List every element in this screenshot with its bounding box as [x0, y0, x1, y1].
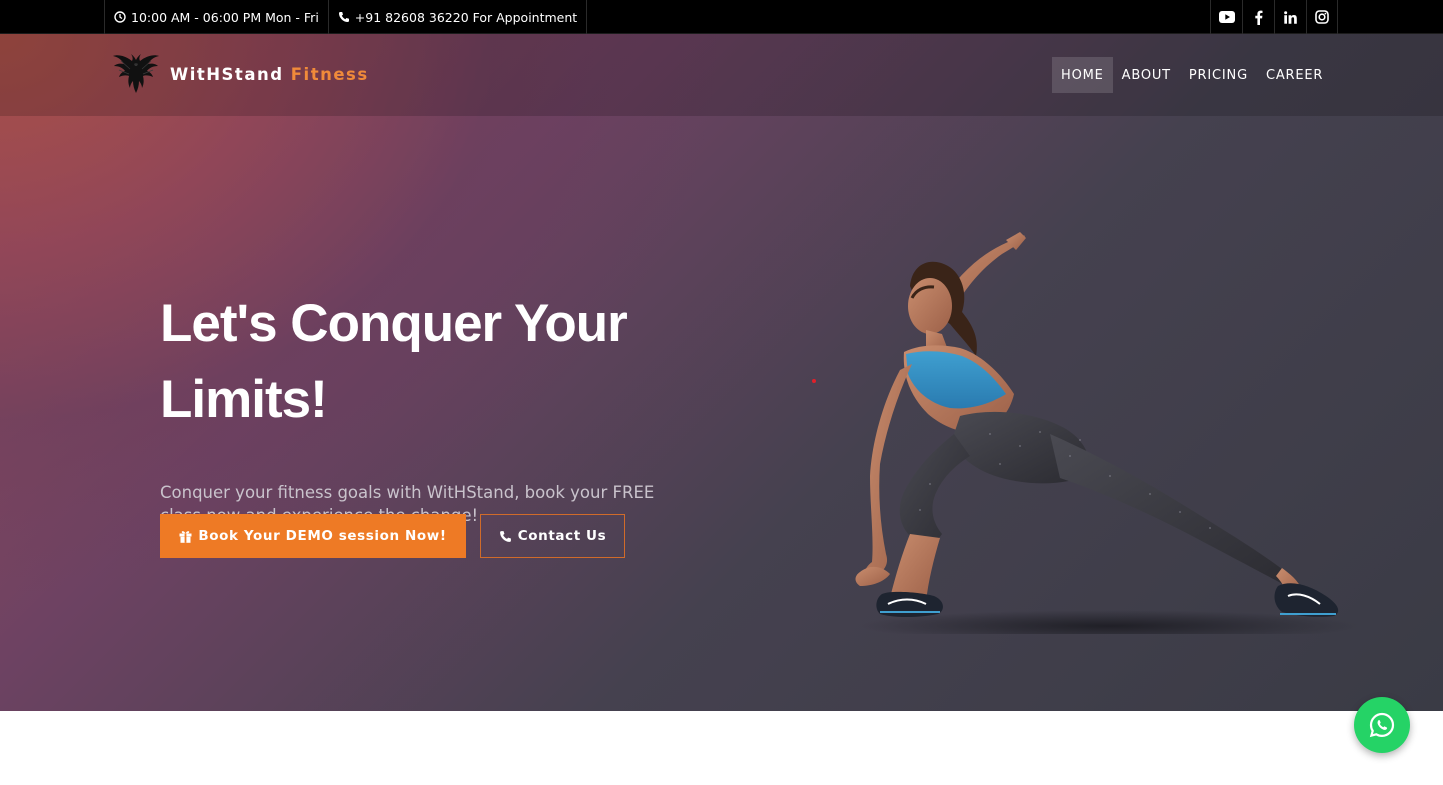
- brand-name-accent: Fitness: [290, 64, 369, 84]
- nav-item-about[interactable]: ABOUT: [1113, 57, 1180, 93]
- facebook-icon: [1255, 10, 1263, 25]
- instagram-link[interactable]: [1306, 0, 1338, 34]
- working-hours: 10:00 AM - 06:00 PM Mon - Fri: [104, 0, 328, 34]
- main-navbar: WitHStand Fitness HOME ABOUT PRICING CAR…: [0, 34, 1443, 116]
- youtube-link[interactable]: [1210, 0, 1242, 34]
- nav-item-pricing[interactable]: PRICING: [1180, 57, 1257, 93]
- facebook-link[interactable]: [1242, 0, 1274, 34]
- book-demo-label: Book Your DEMO session Now!: [198, 528, 447, 544]
- instagram-icon: [1315, 10, 1329, 24]
- brand[interactable]: WitHStand Fitness: [112, 52, 369, 96]
- decorative-dot: [812, 379, 816, 383]
- book-demo-button[interactable]: Book Your DEMO session Now!: [160, 514, 466, 558]
- linkedin-icon: [1284, 10, 1297, 24]
- hero-section: WitHStand Fitness HOME ABOUT PRICING CAR…: [0, 34, 1443, 711]
- nav-item-home[interactable]: HOME: [1052, 57, 1113, 93]
- gift-icon: [179, 530, 192, 543]
- contact-us-button[interactable]: Contact Us: [480, 514, 625, 558]
- working-hours-text: 10:00 AM - 06:00 PM Mon - Fri: [131, 9, 319, 25]
- athlete-lunge-illustration: [855, 232, 1360, 634]
- clock-icon: [114, 11, 126, 23]
- primary-nav: HOME ABOUT PRICING CAREER: [1052, 57, 1332, 93]
- linkedin-link[interactable]: [1274, 0, 1306, 34]
- phoenix-logo: [113, 54, 159, 93]
- social-links: [1210, 0, 1338, 34]
- hero-headline: Let's Conquer Your Limits!: [160, 294, 628, 429]
- contact-info: 10:00 AM - 06:00 PM Mon - Fri +91 82608 …: [104, 0, 588, 34]
- phone-icon: [499, 530, 511, 542]
- phone-text: +91 82608 36220 For Appointment: [354, 9, 578, 25]
- whatsapp-icon: [1369, 712, 1395, 738]
- nav-item-career[interactable]: CAREER: [1257, 57, 1332, 93]
- brand-name-main: WitHStand: [170, 64, 284, 84]
- phone-info[interactable]: +91 82608 36220 For Appointment: [327, 0, 588, 34]
- contact-us-label: Contact Us: [517, 528, 607, 544]
- youtube-icon: [1218, 11, 1235, 23]
- phone-icon: [338, 12, 349, 22]
- content-section: [0, 711, 1443, 785]
- whatsapp-button[interactable]: [1354, 697, 1410, 753]
- top-info-bar: 10:00 AM - 06:00 PM Mon - Fri +91 82608 …: [0, 0, 1443, 34]
- brand-name: WitHStand Fitness: [170, 65, 369, 84]
